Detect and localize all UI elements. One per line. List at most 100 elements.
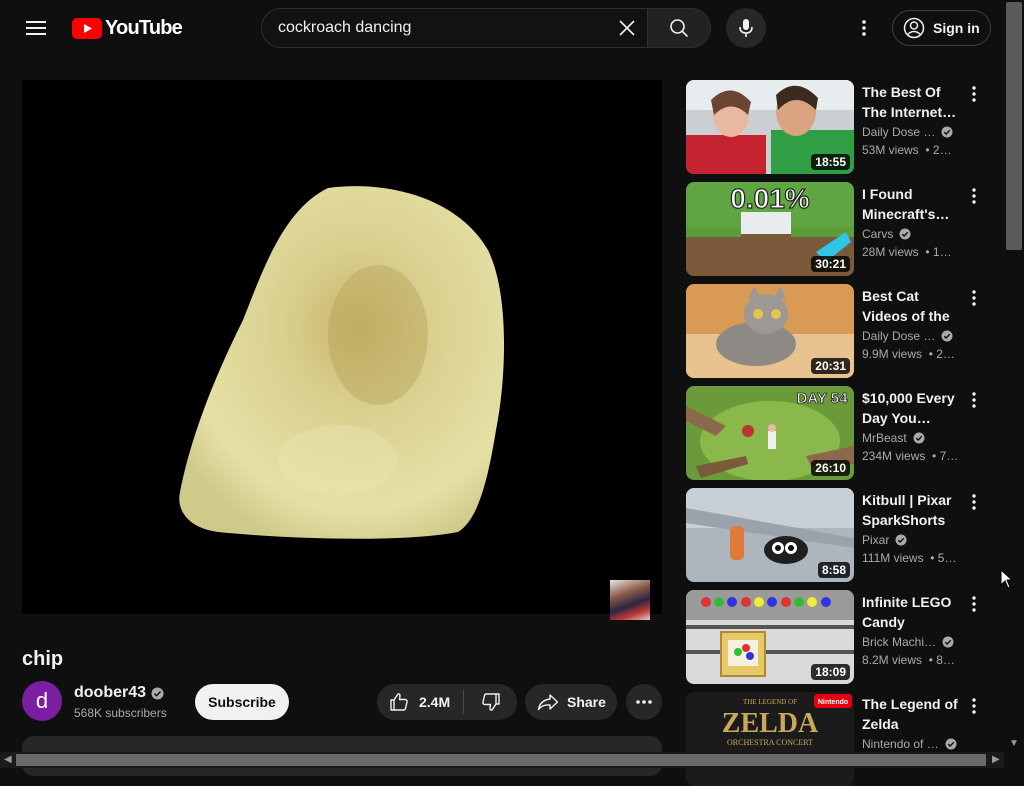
recommendation-title[interactable]: Best Cat Videos of the Decade bbox=[862, 286, 962, 326]
youtube-logo[interactable]: YouTube bbox=[72, 17, 183, 40]
video-thumbnail[interactable]: 18:55 bbox=[686, 80, 854, 174]
settings-kebab-icon[interactable] bbox=[848, 8, 880, 48]
recommendation-channel[interactable]: Daily Dose … bbox=[862, 329, 953, 343]
more-horizontal-icon bbox=[636, 700, 652, 704]
recommendation-item[interactable]: 0.01% 30:21 I Found Minecraft's… Carvs 2… bbox=[686, 182, 1004, 276]
vertical-scrollbar-thumb[interactable] bbox=[1006, 2, 1022, 250]
recommendation-title[interactable]: I Found Minecraft's… bbox=[862, 184, 962, 224]
recommendation-channel[interactable]: Nintendo of … bbox=[862, 737, 957, 751]
horizontal-scrollbar-thumb[interactable] bbox=[16, 754, 986, 766]
view-count: 53M views bbox=[862, 143, 919, 157]
like-dislike-group: 2.4M bbox=[377, 684, 517, 720]
recommendation-kebab-icon[interactable] bbox=[966, 490, 982, 514]
voice-search-button[interactable] bbox=[726, 8, 766, 48]
video-thumbnail[interactable]: 8:58 bbox=[686, 488, 854, 582]
recommendation-kebab-icon[interactable] bbox=[966, 388, 982, 412]
video-player[interactable] bbox=[22, 80, 662, 614]
view-count: 28M views bbox=[862, 245, 919, 259]
recommendation-meta: 111M views • 5… bbox=[862, 551, 956, 565]
recommendation-item[interactable]: 18:55 The Best Of The Internet… Daily Do… bbox=[686, 80, 1004, 174]
verified-icon bbox=[913, 432, 925, 444]
recommendation-title[interactable]: The Legend of Zelda Orchest… bbox=[862, 694, 962, 734]
like-count: 2.4M bbox=[419, 694, 451, 710]
video-duration: 18:55 bbox=[811, 154, 850, 170]
sign-in-button[interactable]: Sign in bbox=[892, 10, 991, 46]
channel-avatar[interactable]: d bbox=[22, 681, 62, 721]
thumbnail-text: THE LEGEND OF bbox=[743, 698, 797, 706]
recommendation-title[interactable]: The Best Of The Internet… bbox=[862, 82, 962, 122]
thumbnail-text: 0.01% bbox=[730, 183, 809, 214]
scroll-down-arrow-icon[interactable]: ▼ bbox=[1009, 739, 1019, 749]
recommendation-item[interactable]: 20:31 Best Cat Videos of the Decade Dail… bbox=[686, 284, 1004, 378]
recommendation-title[interactable]: $10,000 Every Day You… bbox=[862, 388, 962, 428]
share-button[interactable]: Share bbox=[525, 684, 617, 720]
recommendation-channel-name[interactable]: Nintendo of … bbox=[862, 737, 939, 751]
video-thumbnail[interactable]: DAY 54 26:10 bbox=[686, 386, 854, 480]
video-frame[interactable] bbox=[78, 80, 610, 614]
recommendation-item[interactable]: Nintendo THE LEGEND OF ZELDA ORCHESTRA C… bbox=[686, 692, 1004, 786]
recommendation-item[interactable]: 8:58 Kitbull | Pixar SparkShorts Pixar 1… bbox=[686, 488, 1004, 582]
recommendation-channel-name[interactable]: Brick Machi… bbox=[862, 635, 936, 649]
recommendation-meta: 28M views • 1… bbox=[862, 245, 952, 259]
like-button[interactable]: 2.4M bbox=[377, 684, 463, 720]
recommendation-channel[interactable]: Daily Dose … bbox=[862, 125, 953, 139]
recommendation-item[interactable]: DAY 54 26:10 $10,000 Every Day You… MrBe… bbox=[686, 386, 1004, 480]
recommendation-channel-name[interactable]: MrBeast bbox=[862, 431, 907, 445]
recommendation-channel[interactable]: Carvs bbox=[862, 227, 911, 241]
verified-icon bbox=[899, 228, 911, 240]
scroll-left-arrow-icon[interactable]: ◀ bbox=[4, 755, 12, 765]
video-duration: 18:09 bbox=[811, 664, 850, 680]
video-duration: 26:10 bbox=[811, 460, 850, 476]
video-thumbnail[interactable]: 0.01% 30:21 bbox=[686, 182, 854, 276]
upload-age: • 8… bbox=[928, 653, 955, 667]
video-duration: 8:58 bbox=[817, 562, 850, 578]
scroll-right-arrow-icon[interactable]: ▶ bbox=[992, 755, 1000, 765]
potato-chip-image bbox=[179, 186, 505, 539]
view-count: 8.2M views bbox=[862, 653, 923, 667]
mouse-cursor-icon bbox=[1000, 569, 1014, 589]
recommendation-kebab-icon[interactable] bbox=[966, 286, 982, 310]
recommendation-channel-name[interactable]: Daily Dose … bbox=[862, 125, 935, 139]
recommendation-channel-name[interactable]: Pixar bbox=[862, 533, 889, 547]
menu-icon[interactable] bbox=[16, 8, 56, 48]
upload-age: • 2… bbox=[928, 347, 955, 361]
recommendation-channel[interactable]: Pixar bbox=[862, 533, 907, 547]
logo-text: YouTube bbox=[105, 17, 183, 39]
video-duration: 20:31 bbox=[811, 358, 850, 374]
channel-name[interactable]: doober43 bbox=[74, 684, 164, 702]
subscribe-button[interactable]: Subscribe bbox=[195, 684, 289, 720]
recommendation-kebab-icon[interactable] bbox=[966, 694, 982, 718]
video-thumbnail[interactable]: Nintendo THE LEGEND OF ZELDA ORCHESTRA C… bbox=[686, 692, 854, 786]
recommendation-channel[interactable]: MrBeast bbox=[862, 431, 925, 445]
recommendation-kebab-icon[interactable] bbox=[966, 592, 982, 616]
video-thumbnail[interactable]: 18:09 bbox=[686, 590, 854, 684]
recommendation-title[interactable]: Infinite LEGO Candy Factory… bbox=[862, 592, 962, 632]
recommendation-channel[interactable]: Brick Machi… bbox=[862, 635, 954, 649]
dislike-button[interactable] bbox=[464, 684, 517, 720]
search-input[interactable] bbox=[278, 19, 598, 37]
upload-age: • 7… bbox=[932, 449, 959, 463]
thumbnail-text: ORCHESTRA CONCERT bbox=[727, 738, 813, 747]
recommendation-item[interactable]: 18:09 Infinite LEGO Candy Factory… Brick… bbox=[686, 590, 1004, 684]
clear-search-icon[interactable] bbox=[611, 9, 643, 47]
recommendation-kebab-icon[interactable] bbox=[966, 82, 982, 106]
microphone-icon bbox=[739, 19, 753, 37]
view-count: 9.9M views bbox=[862, 347, 923, 361]
video-thumbnail[interactable]: 20:31 bbox=[686, 284, 854, 378]
recommendation-title[interactable]: Kitbull | Pixar SparkShorts bbox=[862, 490, 962, 530]
recommendation-channel-name[interactable]: Daily Dose … bbox=[862, 329, 935, 343]
more-actions-button[interactable] bbox=[626, 684, 662, 720]
top-bar: YouTube Sign in bbox=[0, 0, 1024, 56]
recommendation-kebab-icon[interactable] bbox=[966, 184, 982, 208]
search-button[interactable] bbox=[647, 8, 711, 48]
verified-icon bbox=[942, 636, 954, 648]
upload-age: • 5… bbox=[930, 551, 957, 565]
channel-name-text[interactable]: doober43 bbox=[74, 684, 146, 702]
floating-thumbnail[interactable] bbox=[610, 580, 650, 620]
search-box bbox=[261, 8, 647, 48]
video-title: chip bbox=[22, 648, 64, 670]
thumbnail-text: Nintendo bbox=[818, 699, 848, 706]
recommendation-channel-name[interactable]: Carvs bbox=[862, 227, 893, 241]
video-duration: 30:21 bbox=[811, 256, 850, 272]
thumbnail-text: ZELDA bbox=[722, 708, 819, 739]
